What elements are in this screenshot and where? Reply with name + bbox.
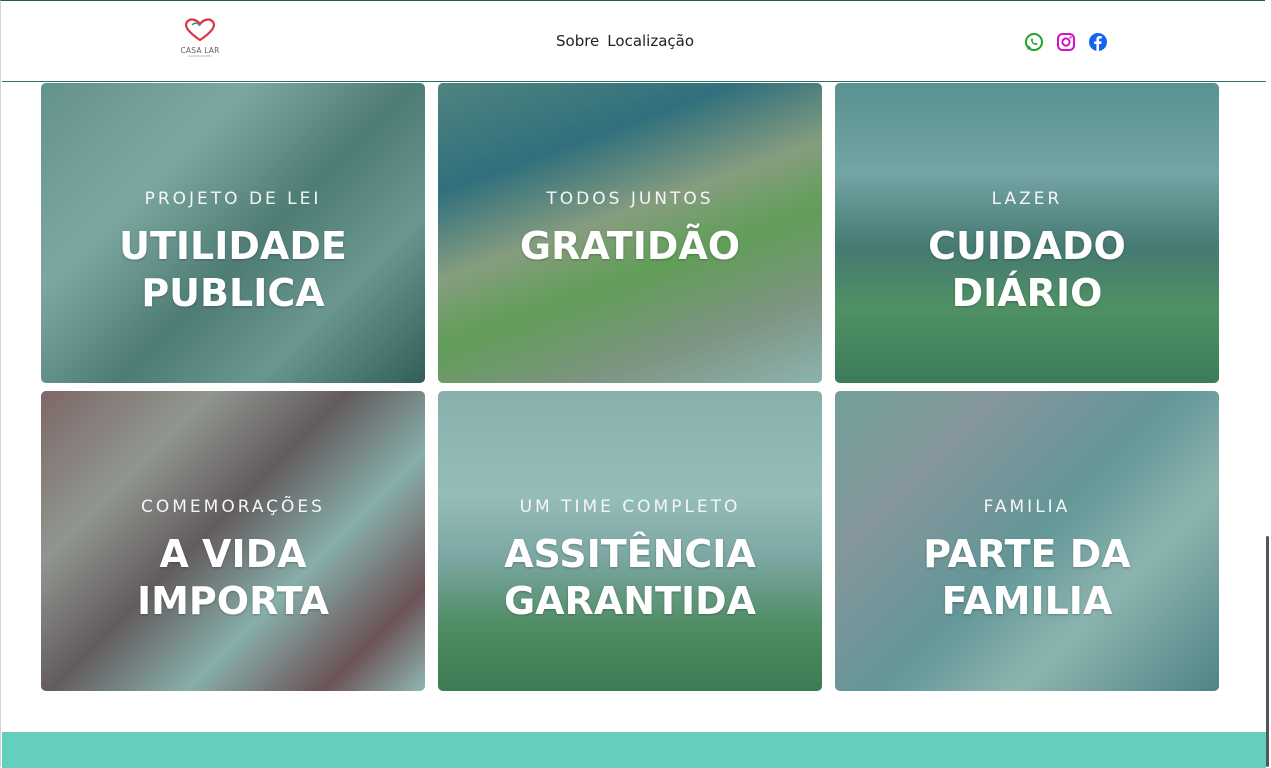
card-assistencia-garantida[interactable]: UM TIME COMPLETO ASSITÊNCIA GARANTIDA: [438, 391, 822, 691]
nav-link-sobre[interactable]: Sobre: [556, 32, 599, 50]
card-kicker: PROJETO DE LEI: [144, 189, 322, 209]
site-header: CASA LAR SAO JUDAS TADEU Sobre Localizaç…: [2, 2, 1266, 82]
instagram-icon[interactable]: [1056, 32, 1076, 52]
card-kicker: LAZER: [991, 189, 1063, 209]
heart-logo-icon: [184, 18, 216, 42]
card-gratidao[interactable]: TODOS JUNTOS GRATIDÃO: [438, 83, 822, 383]
whatsapp-icon[interactable]: [1024, 32, 1044, 52]
logo[interactable]: CASA LAR SAO JUDAS TADEU: [178, 16, 222, 60]
card-a-vida-importa[interactable]: COMEMORAÇÕES A VIDA IMPORTA: [41, 391, 425, 691]
facebook-icon[interactable]: [1088, 32, 1108, 52]
footer-bar: [2, 732, 1266, 768]
card-kicker: FAMILIA: [983, 497, 1071, 517]
main-nav: Sobre Localização: [556, 32, 694, 50]
scrollbar-thumb[interactable]: [1266, 536, 1269, 767]
card-kicker: COMEMORAÇÕES: [141, 497, 325, 517]
card-title: ASSITÊNCIA GARANTIDA: [503, 532, 757, 623]
social-links: [1024, 32, 1108, 52]
card-parte-da-familia[interactable]: FAMILIA PARTE DA FAMILIA: [835, 391, 1219, 691]
card-title: GRATIDÃO: [519, 224, 741, 268]
card-kicker: UM TIME COMPLETO: [519, 497, 741, 517]
nav-link-localizacao[interactable]: Localização: [607, 32, 694, 50]
card-title: UTILIDADE PUBLICA: [119, 224, 347, 315]
card-cuidado-diario[interactable]: LAZER CUIDADO DIÁRIO: [835, 83, 1219, 383]
page: CASA LAR SAO JUDAS TADEU Sobre Localizaç…: [0, 0, 1266, 768]
logo-subtext: SAO JUDAS TADEU: [188, 55, 212, 58]
card-kicker: TODOS JUNTOS: [546, 189, 714, 209]
logo-text: CASA LAR: [180, 46, 220, 55]
card-title: CUIDADO DIÁRIO: [928, 224, 1126, 315]
card-title: A VIDA IMPORTA: [136, 532, 330, 623]
card-title: PARTE DA FAMILIA: [923, 532, 1131, 623]
card-utilidade-publica[interactable]: PROJETO DE LEI UTILIDADE PUBLICA: [41, 83, 425, 383]
